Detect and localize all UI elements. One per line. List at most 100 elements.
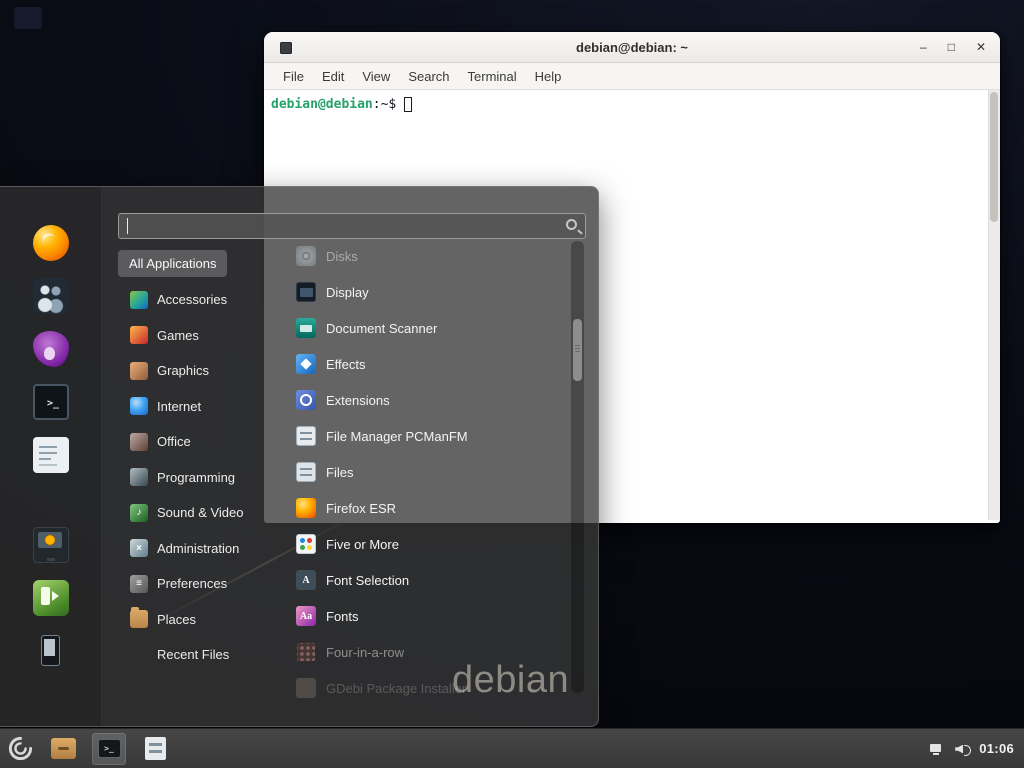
document-scanner-icon <box>296 318 316 338</box>
category-list: All Applications Accessories Games Graph… <box>118 246 270 673</box>
category-label: Recent Files <box>157 647 229 662</box>
display-icon <box>296 282 316 302</box>
category-all-applications[interactable]: All Applications <box>118 250 227 277</box>
favorite-terminal[interactable]: >_ <box>33 384 69 420</box>
app-five-or-more[interactable]: Five or More <box>280 526 568 562</box>
font-selection-icon: A <box>296 570 316 590</box>
volume-icon <box>954 741 970 757</box>
tray-icons <box>929 741 970 757</box>
category-internet[interactable]: Internet <box>118 389 270 425</box>
category-label: Office <box>157 434 191 449</box>
menu-button[interactable] <box>2 732 38 766</box>
shutdown-button[interactable] <box>33 633 69 669</box>
menu-search[interactable]: Search <box>399 69 458 84</box>
terminal-fav-icon: >_ <box>33 384 69 420</box>
network-tray-item[interactable] <box>929 741 945 757</box>
category-label: Graphics <box>157 363 209 378</box>
wallpaper-artifact <box>14 7 42 29</box>
terminal-cursor <box>404 97 412 112</box>
logout-button[interactable] <box>33 580 69 616</box>
app-extensions[interactable]: Extensions <box>280 382 568 418</box>
menu-edit[interactable]: Edit <box>313 69 353 84</box>
close-button[interactable]: ✕ <box>976 41 986 53</box>
terminal-scrollbar[interactable] <box>988 90 1000 520</box>
favorite-users[interactable] <box>33 278 69 314</box>
four-in-a-row-icon <box>296 642 316 662</box>
desktop: debian@debian: ~ – □ ✕ File Edit View Se… <box>0 0 1024 768</box>
maximize-button[interactable]: □ <box>948 41 955 53</box>
app-files[interactable]: Files <box>280 454 568 490</box>
text-caret <box>127 218 128 234</box>
menu-view[interactable]: View <box>353 69 399 84</box>
terminal-scrollbar-thumb[interactable] <box>990 92 998 222</box>
users-icon <box>33 278 69 314</box>
menu-search-input[interactable] <box>118 213 586 239</box>
files-icon <box>296 462 316 482</box>
app-effects[interactable]: Effects <box>280 346 568 382</box>
app-display[interactable]: Display <box>280 274 568 310</box>
favorite-firefox[interactable] <box>33 225 69 261</box>
terminal-window-icon <box>280 42 292 54</box>
preferences-icon: ≡ <box>130 575 148 593</box>
graphics-icon <box>130 362 148 380</box>
terminal-menubar: File Edit View Search Terminal Help <box>264 63 1000 90</box>
app-label: Disks <box>326 249 358 264</box>
app-fonts[interactable]: Aa Fonts <box>280 598 568 634</box>
menu-scrollbar[interactable] <box>571 241 584 693</box>
app-font-selection[interactable]: A Font Selection <box>280 562 568 598</box>
network-icon <box>929 741 945 757</box>
app-label: Four-in-a-row <box>326 645 404 660</box>
minimize-button[interactable]: – <box>920 41 927 53</box>
category-label: All Applications <box>129 256 216 271</box>
category-recent-files[interactable]: Recent Files <box>118 637 270 673</box>
favorites-column: >_ <box>0 187 102 726</box>
menu-file[interactable]: File <box>274 69 313 84</box>
window-title: debian@debian: ~ <box>576 40 688 55</box>
app-gdebi-package-installer[interactable]: GDebi Package Installer <box>280 670 568 706</box>
favorite-pidgin[interactable] <box>33 331 69 367</box>
terminal-titlebar[interactable]: debian@debian: ~ – □ ✕ <box>264 32 1000 63</box>
prompt-line: debian@debian:~$ <box>264 90 1000 112</box>
extensions-icon <box>296 390 316 410</box>
app-four-in-a-row[interactable]: Four-in-a-row <box>280 634 568 670</box>
category-sound-video[interactable]: ♪ Sound & Video <box>118 495 270 531</box>
category-places[interactable]: Places <box>118 602 270 638</box>
application-menu: debian >_ All Applications Accessories G… <box>0 186 599 727</box>
category-accessories[interactable]: Accessories <box>118 282 270 318</box>
search-box <box>118 213 586 239</box>
category-label: Administration <box>157 541 239 556</box>
taskbar: >_ 01:06 <box>0 728 1024 768</box>
file-manager-icon <box>296 426 316 446</box>
sound-video-icon: ♪ <box>130 504 148 522</box>
app-label: Five or More <box>326 537 399 552</box>
panel-file-manager-icon <box>51 738 76 759</box>
app-label: Effects <box>326 357 366 372</box>
debian-logo-icon <box>7 735 34 762</box>
category-office[interactable]: Office <box>118 424 270 460</box>
app-document-scanner[interactable]: Document Scanner <box>280 310 568 346</box>
launcher-terminal[interactable]: >_ <box>92 733 126 765</box>
favorite-text-editor[interactable] <box>33 437 69 473</box>
app-disks[interactable]: Disks <box>280 238 568 274</box>
category-graphics[interactable]: Graphics <box>118 353 270 389</box>
menu-terminal[interactable]: Terminal <box>459 69 526 84</box>
category-games[interactable]: Games <box>118 318 270 354</box>
app-file-manager-pcmanfm[interactable]: File Manager PCManFM <box>280 418 568 454</box>
shutdown-icon <box>33 633 69 669</box>
volume-tray-item[interactable] <box>954 741 970 757</box>
lock-screen-button[interactable] <box>33 527 69 563</box>
menu-scrollbar-thumb[interactable] <box>573 319 582 381</box>
category-label: Places <box>157 612 196 627</box>
category-administration[interactable]: × Administration <box>118 531 270 567</box>
category-label: Games <box>157 328 199 343</box>
menu-help[interactable]: Help <box>526 69 571 84</box>
app-firefox-esr[interactable]: Firefox ESR <box>280 490 568 526</box>
panel-terminal-icon: >_ <box>98 739 121 758</box>
launcher-files[interactable] <box>138 733 172 765</box>
category-preferences[interactable]: ≡ Preferences <box>118 566 270 602</box>
launcher-file-manager[interactable] <box>46 733 80 765</box>
app-label: Document Scanner <box>326 321 437 336</box>
five-or-more-icon <box>296 534 316 554</box>
category-programming[interactable]: Programming <box>118 460 270 496</box>
app-label: File Manager PCManFM <box>326 429 468 444</box>
